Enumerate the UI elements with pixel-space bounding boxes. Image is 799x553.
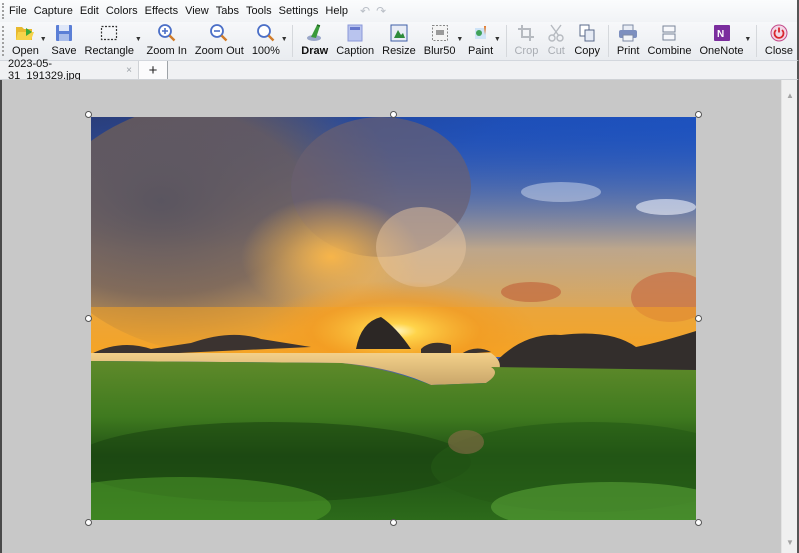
- new-tab-button[interactable]: +: [138, 61, 168, 79]
- undo-icon[interactable]: ↶: [360, 4, 370, 18]
- menu-settings[interactable]: Settings: [276, 0, 322, 22]
- menu-tools[interactable]: Tools: [243, 0, 275, 22]
- menu-file[interactable]: File: [6, 0, 30, 22]
- tab-title: 2023-05-31_191329.jpg: [8, 58, 81, 82]
- scroll-up-icon[interactable]: ▲: [782, 88, 798, 104]
- menu-capture[interactable]: Capture: [31, 0, 76, 22]
- draw-button[interactable]: Draw: [297, 22, 332, 60]
- blur-icon: [430, 23, 450, 43]
- resize-handle-bottom-right[interactable]: [695, 519, 702, 526]
- combine-icon: [659, 23, 679, 43]
- tab-close-icon[interactable]: ×: [122, 65, 136, 76]
- caption-icon: [345, 23, 365, 43]
- resize-handle-top-right[interactable]: [695, 111, 702, 118]
- vertical-scrollbar[interactable]: ▲ ▼: [781, 80, 799, 553]
- combine-button[interactable]: Combine: [643, 22, 695, 60]
- close-button[interactable]: Close: [761, 22, 797, 60]
- crop-icon: [516, 23, 536, 43]
- tab-image[interactable]: 2023-05-31_191329.jpg ×: [0, 58, 138, 82]
- copy-button[interactable]: Copy: [570, 22, 604, 60]
- crop-button[interactable]: Crop: [510, 22, 542, 60]
- resize-button[interactable]: Resize: [378, 22, 420, 60]
- onenote-button[interactable]: N OneNote: [696, 22, 748, 60]
- save-button[interactable]: Save: [47, 22, 80, 60]
- rectangle-button[interactable]: Rectangle: [81, 22, 139, 60]
- resize-icon: [389, 23, 409, 43]
- copy-icon: [577, 23, 597, 43]
- cut-button[interactable]: Cut: [542, 22, 570, 60]
- resize-handle-right[interactable]: [695, 315, 702, 322]
- paint-icon: [471, 23, 491, 43]
- menu-tabs[interactable]: Tabs: [213, 0, 242, 22]
- toolbar-separator: [608, 25, 609, 57]
- menu-edit[interactable]: Edit: [77, 0, 102, 22]
- draw-icon: [305, 23, 325, 43]
- screenshot-image[interactable]: [91, 117, 696, 520]
- resize-handle-top-left[interactable]: [85, 111, 92, 118]
- menu-effects[interactable]: Effects: [142, 0, 181, 22]
- svg-text:N: N: [717, 29, 724, 40]
- zoom-actual-icon: [256, 23, 276, 43]
- blur-button[interactable]: Blur50: [420, 22, 460, 60]
- resize-handle-bottom-left[interactable]: [85, 519, 92, 526]
- zoom-in-button[interactable]: Zoom In: [143, 22, 191, 60]
- app-window: File Capture Edit Colors Effects View Ta…: [0, 0, 799, 553]
- toolbar-separator: [292, 25, 294, 57]
- floppy-disk-icon: [54, 23, 74, 43]
- onenote-icon: N: [712, 23, 732, 43]
- menu-help[interactable]: Help: [322, 0, 351, 22]
- menubar-grip[interactable]: [2, 3, 4, 19]
- toolbar-separator: [756, 25, 757, 57]
- folder-open-icon: [15, 23, 35, 43]
- resize-handle-bottom[interactable]: [390, 519, 397, 526]
- rectangle-select-icon: [99, 23, 119, 43]
- print-button[interactable]: Print: [613, 22, 644, 60]
- redo-icon[interactable]: ↷: [376, 4, 386, 18]
- scissors-icon: [546, 23, 566, 43]
- printer-icon: [618, 23, 638, 43]
- scroll-down-icon[interactable]: ▼: [782, 535, 798, 551]
- menu-bar: File Capture Edit Colors Effects View Ta…: [0, 0, 799, 22]
- toolbar-separator: [505, 25, 507, 57]
- power-icon: [769, 23, 789, 43]
- zoom-in-icon: [157, 23, 177, 43]
- toolbar-grip[interactable]: [2, 26, 4, 56]
- open-button[interactable]: Open: [8, 22, 43, 60]
- landscape-photo: [91, 117, 696, 520]
- resize-handle-top[interactable]: [390, 111, 397, 118]
- toolbar: Open ▼ Save Rectangle ▼ Zoom In Zoom Out…: [0, 22, 799, 61]
- zoom-out-icon: [209, 23, 229, 43]
- tab-strip: 2023-05-31_191329.jpg × +: [0, 58, 799, 82]
- menu-view[interactable]: View: [182, 0, 212, 22]
- paint-button[interactable]: Paint: [464, 22, 497, 60]
- zoom-out-button[interactable]: Zoom Out: [191, 22, 248, 60]
- menu-colors[interactable]: Colors: [103, 0, 141, 22]
- resize-handle-left[interactable]: [85, 315, 92, 322]
- caption-button[interactable]: Caption: [332, 22, 378, 60]
- zoom-100-button[interactable]: 100%: [248, 22, 284, 60]
